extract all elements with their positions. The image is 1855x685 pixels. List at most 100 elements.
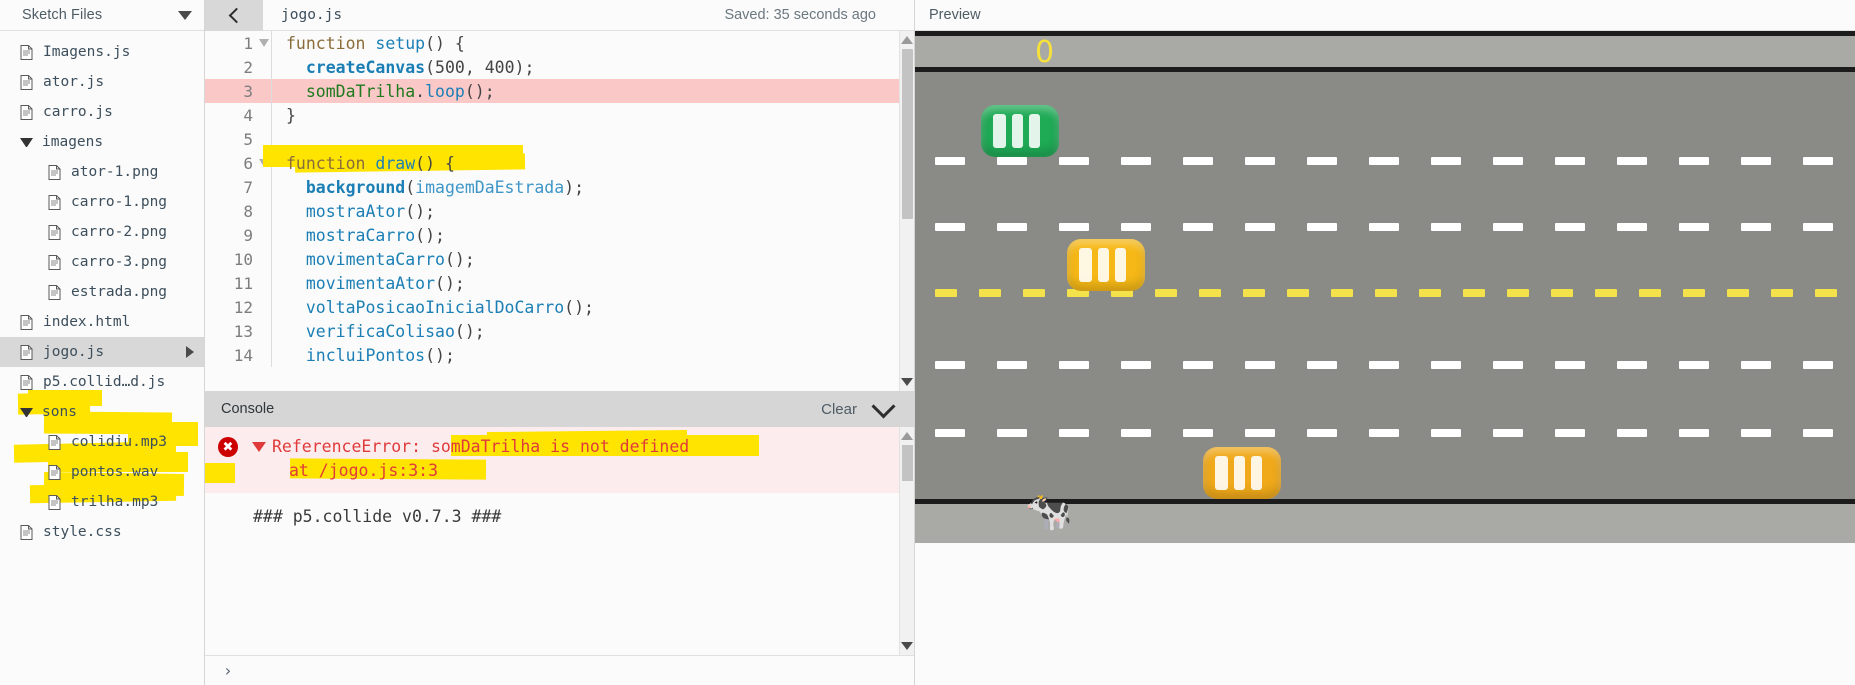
code-fold-toggle[interactable] (257, 159, 271, 167)
scrollbar-thumb[interactable] (902, 49, 913, 219)
console-log-line: ### p5.collide v0.7.3 ### (253, 507, 502, 526)
code-line-text: function setup() { (272, 34, 899, 53)
triangle-down-icon[interactable] (252, 442, 266, 452)
console-scrollbar[interactable] (899, 427, 914, 655)
file-tree-item[interactable]: jogo.js (0, 337, 204, 367)
code-line[interactable]: 8 mostraAtor(); (205, 199, 899, 223)
editor-scrollbar[interactable] (899, 31, 914, 391)
lane-dash (1245, 223, 1275, 231)
chevron-right-icon[interactable] (186, 346, 194, 358)
console-input[interactable]: › (205, 655, 914, 685)
game-canvas[interactable]: 0 🐄 (915, 31, 1855, 543)
console-error-location: at /jogo.js:3:3 (289, 461, 439, 480)
file-tree-item[interactable]: colidiu.mp3 (0, 427, 204, 457)
code-token: (); (464, 81, 495, 101)
code-line[interactable]: 12 voltaPosicaoInicialDoCarro(); (205, 295, 899, 319)
caret-down-icon[interactable] (178, 10, 192, 20)
file-tree-item-label: trilha.mp3 (71, 494, 159, 510)
file-tree-item[interactable]: carro-3.png (0, 247, 204, 277)
file-icon (20, 344, 33, 360)
clear-console-button[interactable]: Clear (821, 401, 857, 418)
lane-dash (1555, 223, 1585, 231)
code-line[interactable]: 2 createCanvas(500, 400); (205, 55, 899, 79)
file-tree-item[interactable]: carro-1.png (0, 187, 204, 217)
file-tree-item[interactable]: imagens (0, 127, 204, 157)
code-line[interactable]: 10 movimentaCarro(); (205, 247, 899, 271)
road-edge-top-2 (915, 67, 1855, 72)
console-title: Console (221, 401, 275, 417)
lane-dash (1155, 289, 1177, 297)
car-window (1029, 114, 1041, 148)
code-line[interactable]: 1 function setup() { (205, 31, 899, 55)
lane-dash (1307, 157, 1337, 165)
file-tree-item[interactable]: ator.js (0, 67, 204, 97)
file-tree-item-label: carro-1.png (71, 194, 168, 210)
file-tree-item[interactable]: index.html (0, 307, 204, 337)
code-line[interactable]: 13 verificaColisao(); (205, 319, 899, 343)
file-icon (48, 254, 61, 270)
console-error-entry[interactable]: ✖ ReferenceError: somDaTrilha is not def… (205, 427, 899, 493)
code-token: ); (564, 177, 585, 197)
code-line-text: } (272, 106, 899, 125)
code-token: createCanvas (305, 57, 426, 77)
file-tree-item[interactable]: style.css (0, 517, 204, 547)
triangle-up-icon[interactable] (901, 432, 913, 440)
folder-open-icon[interactable] (20, 407, 33, 417)
file-tree-item[interactable]: carro.js (0, 97, 204, 127)
file-tree-item[interactable]: carro-2.png (0, 217, 204, 247)
triangle-down-icon[interactable] (901, 378, 913, 386)
code-line[interactable]: 11 movimentaAtor(); (205, 271, 899, 295)
file-tree-item[interactable]: pontos.wav (0, 457, 204, 487)
file-icon (48, 224, 61, 240)
code-line[interactable]: 4} (205, 103, 899, 127)
lane-dash (1617, 361, 1647, 369)
code-line[interactable]: 9 mostraCarro(); (205, 223, 899, 247)
line-number: 7 (243, 177, 253, 197)
triangle-down-icon[interactable] (901, 642, 913, 650)
code-line[interactable]: 14 incluiPontos(); (205, 343, 899, 367)
code-token: ( (425, 57, 436, 77)
code-line-text: mostraAtor(); (272, 202, 899, 221)
lane-dash (1727, 289, 1749, 297)
file-tree-item[interactable]: Imagens.js (0, 37, 204, 67)
lane-dash (1771, 289, 1793, 297)
lane-dash (1245, 157, 1275, 165)
code-fold-toggle[interactable] (257, 39, 271, 47)
triangle-up-icon[interactable] (901, 36, 913, 44)
file-tree-item[interactable]: ator-1.png (0, 157, 204, 187)
car-window (1215, 456, 1228, 490)
code-token: ); (514, 57, 535, 77)
file-tree-item[interactable]: p5.collid…d.js (0, 367, 204, 397)
lane-dash (1059, 361, 1089, 369)
code-line[interactable]: 7 background(imagemDaEstrada); (205, 175, 899, 199)
code-line[interactable]: 6 function draw() { (205, 151, 899, 175)
file-icon (20, 374, 33, 390)
file-tree-item[interactable]: sons (0, 397, 204, 427)
preview-header: Preview (915, 0, 1855, 31)
lane-dash (1679, 157, 1709, 165)
console-error-row-2: at /jogo.js:3:3 (205, 459, 899, 483)
console-scrollbar-thumb[interactable] (902, 445, 913, 481)
error-circle-icon: ✖ (218, 437, 238, 457)
lane-dash (1199, 289, 1221, 297)
file-tree-item[interactable]: estrada.png (0, 277, 204, 307)
back-button[interactable] (205, 0, 263, 31)
code-token: , (464, 57, 485, 77)
lane-divider (915, 289, 1855, 297)
chevron-down-icon[interactable] (871, 393, 896, 419)
file-tree-item[interactable]: trilha.mp3 (0, 487, 204, 517)
lane-dash (1369, 157, 1399, 165)
folder-open-icon[interactable] (20, 137, 33, 147)
green-car (981, 105, 1059, 157)
code-line-text: movimentaAtor(); (272, 274, 899, 293)
lane-dash (1183, 223, 1213, 231)
code-line[interactable]: 3 somDaTrilha.loop(); (205, 79, 899, 103)
code-editor[interactable]: 1 function setup() {2 createCanvas(500, 4… (205, 31, 914, 391)
code-lines-container: 1 function setup() {2 createCanvas(500, 4… (205, 31, 899, 391)
file-icon (48, 464, 61, 480)
code-line[interactable]: 5 (205, 127, 899, 151)
lane-dash (1555, 361, 1585, 369)
code-token: setup (375, 33, 426, 53)
lane-dash (1555, 157, 1585, 165)
file-tree-item-label: estrada.png (71, 284, 168, 300)
